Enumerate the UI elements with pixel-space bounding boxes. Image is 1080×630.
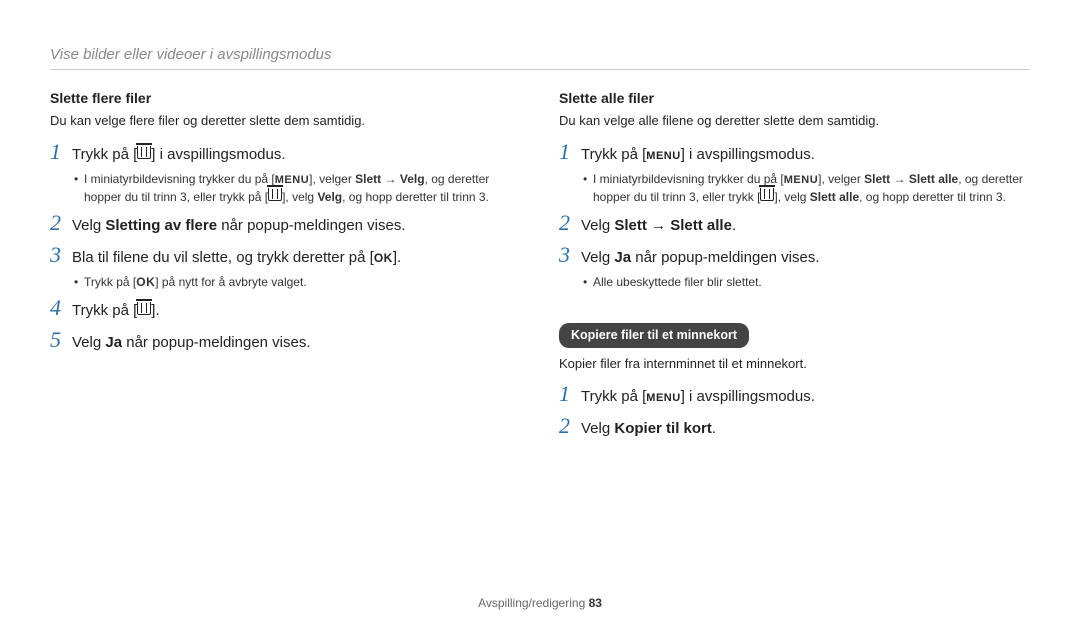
menu-icon: MENU [784, 175, 818, 186]
right-section2-head: Kopiere filer til et minnekort [559, 323, 749, 348]
left-step-5: 5 Velg Ja når popup-meldingen vises. [50, 329, 521, 355]
step-text: Velg Ja når popup-meldingen vises. [581, 247, 820, 270]
ok-icon: OK [374, 252, 393, 264]
step-text: Trykk på [MENU] i avspillingsmodus. [581, 386, 815, 409]
step-text: Trykk på [MENU] i avspillingsmodus. [581, 144, 815, 167]
step-number: 4 [50, 297, 72, 319]
left-step-2: 2 Velg Sletting av flere når popup-meldi… [50, 212, 521, 238]
left-subhead: Slette flere filer [50, 88, 521, 109]
left-column: Slette flere filer Du kan velge flere fi… [50, 88, 521, 440]
ok-icon: OK [136, 276, 155, 288]
right-sec2-step-1: 1 Trykk på [MENU] i avspillingsmodus. [559, 383, 1030, 409]
step-text: Velg Sletting av flere når popup-melding… [72, 215, 406, 238]
step-text: Trykk på [] i avspillingsmodus. [72, 144, 286, 167]
page-title: Vise bilder eller videoer i avspillingsm… [50, 46, 1030, 70]
step-number: 1 [559, 141, 581, 163]
step-text: Velg Kopier til kort. [581, 418, 716, 441]
step-number: 5 [50, 329, 72, 351]
step-number: 2 [50, 212, 72, 234]
right-step-3: 3 Velg Ja når popup-meldingen vises. [559, 244, 1030, 270]
trash-icon [760, 188, 774, 201]
left-step1-bullet: I miniatyrbildevisning trykker du på [ME… [74, 170, 521, 206]
page-footer: Avspilling/redigering 83 [0, 596, 1080, 610]
step-text: Velg Slett → Slett alle. [581, 215, 736, 238]
left-step-1: 1 Trykk på [] i avspillingsmodus. [50, 141, 521, 167]
right-step3-bullet: Alle ubeskyttede filer blir slettet. [583, 273, 1030, 291]
left-step-3: 3 Bla til filene du vil slette, og trykk… [50, 244, 521, 270]
step-number: 2 [559, 415, 581, 437]
trash-icon [137, 302, 151, 315]
trash-icon [137, 146, 151, 159]
step-number: 3 [50, 244, 72, 266]
trash-icon [268, 188, 282, 201]
step-number: 3 [559, 244, 581, 266]
right-subhead: Slette alle filer [559, 88, 1030, 109]
left-intro: Du kan velge flere filer og deretter sle… [50, 111, 521, 131]
menu-icon: MENU [646, 393, 680, 404]
step-text: Velg Ja når popup-meldingen vises. [72, 332, 311, 355]
step-text: Bla til filene du vil slette, og trykk d… [72, 247, 401, 270]
left-step3-bullet: Trykk på [OK] på nytt for å avbryte valg… [74, 273, 521, 291]
right-step-1: 1 Trykk på [MENU] i avspillingsmodus. [559, 141, 1030, 167]
left-step-4: 4 Trykk på []. [50, 297, 521, 323]
menu-icon: MENU [646, 151, 680, 162]
right-intro: Du kan velge alle filene og deretter sle… [559, 111, 1030, 131]
step-number: 1 [559, 383, 581, 405]
right-sec2-step-2: 2 Velg Kopier til kort. [559, 415, 1030, 441]
right-column: Slette alle filer Du kan velge alle file… [559, 88, 1030, 440]
step-text: Trykk på []. [72, 300, 160, 323]
right-step1-bullet: I miniatyrbildevisning trykker du på [ME… [583, 170, 1030, 206]
content-columns: Slette flere filer Du kan velge flere fi… [0, 88, 1080, 440]
step-number: 2 [559, 212, 581, 234]
step-number: 1 [50, 141, 72, 163]
right-intro2: Kopier filer fra internminnet til et min… [559, 354, 1030, 374]
right-step-2: 2 Velg Slett → Slett alle. [559, 212, 1030, 238]
